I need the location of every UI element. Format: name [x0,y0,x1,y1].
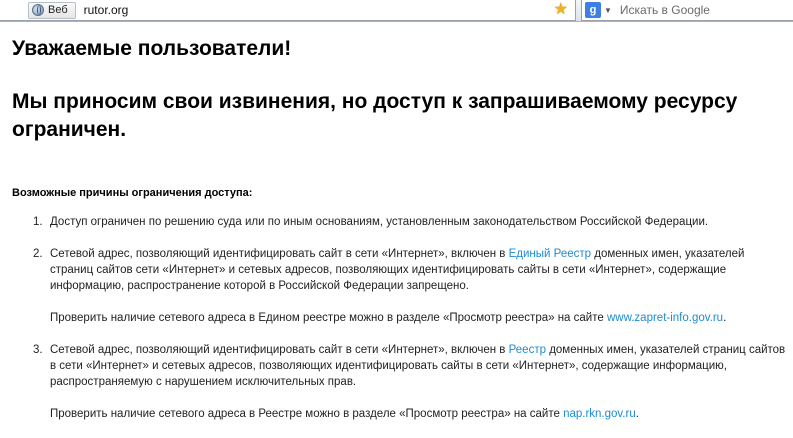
url-text[interactable]: rutor.org [84,3,129,17]
g-logo-icon[interactable]: g [585,2,601,18]
list-item: 2. Сетевой адрес, позволяющий идентифици… [12,246,787,326]
registry-link[interactable]: Реестр [509,344,546,356]
bookmark-star-icon[interactable]: ★ [554,1,568,19]
item-text: Сетевой адрес, позволяющий идентифициров… [50,246,787,294]
unified-registry-link[interactable]: Единый Реестр [509,248,591,260]
reasons-list: 1. Доступ ограничен по решению суда или … [12,214,787,422]
browser-toolbar: Веб rutor.org ★ g ▼ Искать в Google [0,0,793,22]
check-text-body: Проверить наличие сетевого адреса в Един… [50,312,607,324]
greeting-heading: Уважаемые пользователи! [12,37,292,60]
globe-icon [32,4,44,16]
item-text-before: Сетевой адрес, позволяющий идентифициров… [50,248,509,260]
check-text-end: . [723,312,727,324]
item-number: 3. [33,344,43,356]
list-item: 1. Доступ ограничен по решению суда или … [12,214,787,230]
check-text-body: Проверить наличие сетевого адреса в Реес… [50,408,564,420]
item-text-before: Сетевой адрес, позволяющий идентифициров… [50,344,509,356]
search-bar[interactable]: g ▼ Искать в Google [581,0,793,21]
list-item: 3. Сетевой адрес, позволяющий идентифици… [12,342,787,422]
site-identity-button[interactable]: Веб [28,1,76,19]
reasons-title: Возможные причины ограничения доступа: [12,187,253,199]
zapret-info-link[interactable]: www.zapret-info.gov.ru [607,312,723,324]
apology-heading: Мы приносим свои извинения, но доступ к … [12,90,738,141]
check-text-end: . [635,408,639,420]
check-text: Проверить наличие сетевого адреса в Реес… [50,406,787,422]
nap-rkn-link[interactable]: nap.rkn.gov.ru [563,408,636,420]
page-content: Уважаемые пользователи! Мы приносим свои… [12,36,787,438]
check-text: Проверить наличие сетевого адреса в Един… [50,310,787,326]
item-number: 2. [33,248,43,260]
engine-dropdown-arrow-icon[interactable]: ▼ [604,6,612,15]
item-text: Сетевой адрес, позволяющий идентифициров… [50,342,787,390]
item-number: 1. [33,216,43,228]
identity-label: Веб [48,4,68,16]
item-text: Доступ ограничен по решению суда или по … [50,216,709,228]
search-input[interactable]: Искать в Google [620,3,710,17]
address-bar[interactable]: Веб rutor.org ★ [0,0,576,21]
